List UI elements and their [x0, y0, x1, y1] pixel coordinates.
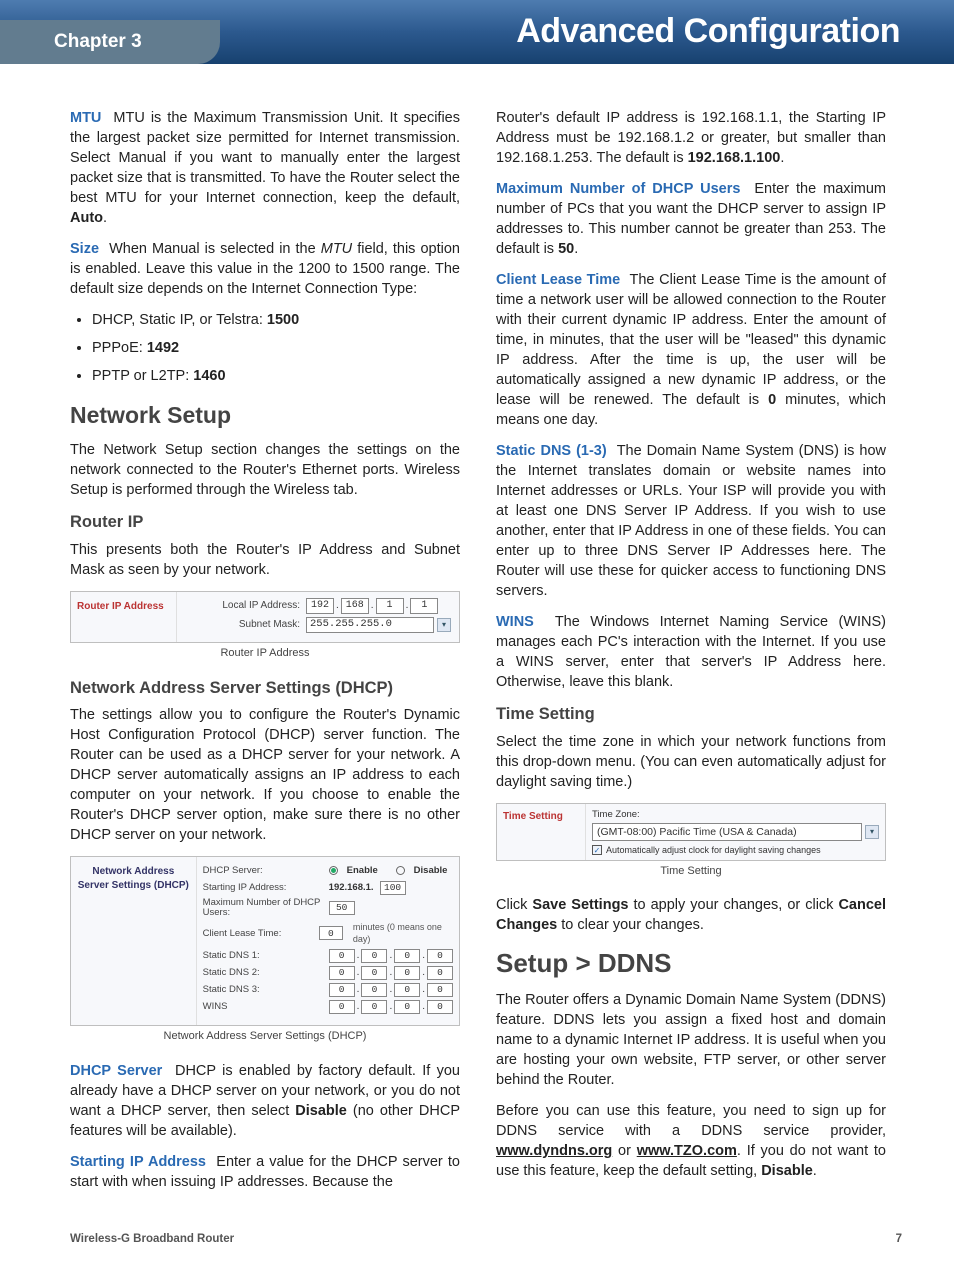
- list-item: PPTP or L2TP: 1460: [92, 366, 460, 386]
- label: Subnet Mask:: [185, 618, 300, 632]
- para-netsetup: The Network Setup section changes the se…: [70, 440, 460, 500]
- text: When Manual is selected in the: [109, 241, 321, 257]
- dst-checkbox[interactable]: ✓: [592, 845, 602, 855]
- heading-dhcp: Network Address Server Settings (DHCP): [70, 677, 460, 700]
- para-dns: Static DNS (1-3) The Domain Name System …: [496, 441, 886, 601]
- right-column: Router's default IP address is 192.168.1…: [496, 108, 886, 1203]
- screenshot-dhcp: Network Address Server Settings (DHCP) D…: [70, 856, 460, 1026]
- page-header: Chapter 3 Advanced Configuration: [0, 0, 954, 64]
- heading-network-setup: Network Setup: [70, 400, 460, 432]
- label: Local IP Address:: [185, 599, 300, 613]
- para-time: Select the time zone in which your netwo…: [496, 732, 886, 792]
- heading-ddns: Setup > DDNS: [496, 946, 886, 982]
- para-startingip: Starting IP Address Enter a value for th…: [70, 1152, 460, 1192]
- para-ddns1: The Router offers a Dynamic Domain Name …: [496, 990, 886, 1090]
- para-mtu: MTU MTU is the Maximum Transmission Unit…: [70, 108, 460, 228]
- ip-octet-input[interactable]: 192: [306, 598, 334, 614]
- lease-time-input[interactable]: 0: [319, 926, 343, 940]
- ital-mtu: MTU: [321, 241, 352, 257]
- link-dyndns[interactable]: www.dyndns.org: [496, 1143, 612, 1159]
- chevron-down-icon[interactable]: ▾: [865, 825, 879, 839]
- dns1-input: 0. 0. 0. 0: [329, 949, 453, 963]
- screenshot-router-ip: Router IP Address Local IP Address: 192.…: [70, 591, 460, 643]
- text: MTU is the Maximum Transmission Unit. It…: [70, 110, 460, 206]
- left-column: MTU MTU is the Maximum Transmission Unit…: [70, 108, 460, 1203]
- page-number: 7: [896, 1233, 902, 1245]
- ip-octet-input[interactable]: 1: [410, 598, 438, 614]
- page-title: Advanced Configuration: [516, 12, 900, 51]
- dns3-input: 0. 0. 0. 0: [329, 983, 453, 997]
- term-dns: Static DNS (1-3): [496, 443, 607, 459]
- panel-body: DHCP Server: Enable Disable Starting IP …: [197, 857, 459, 1025]
- dns2-input: 0. 0. 0. 0: [329, 966, 453, 980]
- screenshot-time: Time Setting Time Zone: (GMT-08:00) Paci…: [496, 803, 886, 862]
- term-maxusers: Maximum Number of DHCP Users: [496, 181, 740, 197]
- bold-auto: Auto: [70, 210, 103, 226]
- para-dhcpserver: DHCP Server DHCP is enabled by factory d…: [70, 1061, 460, 1141]
- para-wins: WINS The Windows Internet Naming Service…: [496, 612, 886, 692]
- term-mtu: MTU: [70, 110, 101, 126]
- caption-router-ip: Router IP Address: [70, 646, 460, 661]
- term-dhcpserver: DHCP Server: [70, 1063, 162, 1079]
- page-footer: Wireless-G Broadband Router 7: [0, 1231, 954, 1263]
- chevron-down-icon[interactable]: ▾: [437, 618, 451, 632]
- ip-octet-input[interactable]: 168: [341, 598, 369, 614]
- starting-ip-input[interactable]: 100: [380, 881, 406, 895]
- ip-octet-input[interactable]: 1: [376, 598, 404, 614]
- para-ddns2: Before you can use this feature, you nee…: [496, 1101, 886, 1181]
- max-users-input[interactable]: 50: [329, 901, 355, 915]
- term-startingip: Starting IP Address: [70, 1154, 206, 1170]
- panel-body: Local IP Address: 192. 168. 1. 1 Subnet …: [177, 592, 459, 642]
- panel-label: Time Setting: [497, 804, 586, 861]
- panel-label: Router IP Address: [71, 592, 177, 642]
- chapter-tab: Chapter 3: [0, 20, 220, 64]
- term-lease: Client Lease Time: [496, 272, 620, 288]
- caption-time: Time Setting: [496, 864, 886, 879]
- row-subnet-mask: Subnet Mask: 255.255.255.0 ▾: [185, 617, 451, 633]
- para-routerip: This presents both the Router's IP Addre…: [70, 540, 460, 580]
- term-size: Size: [70, 241, 99, 257]
- term-wins: WINS: [496, 614, 534, 630]
- timezone-select[interactable]: (GMT-08:00) Pacific Time (USA & Canada): [592, 823, 862, 841]
- ip-input-group: 192. 168. 1. 1: [306, 598, 438, 614]
- mtu-list: DHCP, Static IP, or Telstra: 1500 PPPoE:…: [92, 310, 460, 386]
- chapter-label: Chapter 3: [54, 31, 142, 53]
- para-lease: Client Lease Time The Client Lease Time …: [496, 270, 886, 430]
- panel-label: Network Address Server Settings (DHCP): [71, 857, 197, 1025]
- link-tzo[interactable]: www.TZO.com: [637, 1143, 737, 1159]
- wins-input: 0. 0. 0. 0: [329, 1000, 453, 1014]
- label-tz: Time Zone:: [592, 808, 879, 821]
- para-save: Click Save Settings to apply your change…: [496, 895, 886, 935]
- row-local-ip: Local IP Address: 192. 168. 1. 1: [185, 598, 451, 614]
- page-body: MTU MTU is the Maximum Transmission Unit…: [0, 64, 954, 1231]
- para-size: Size When Manual is selected in the MTU …: [70, 239, 460, 299]
- panel-body: Time Zone: (GMT-08:00) Pacific Time (USA…: [586, 804, 885, 861]
- subnet-mask-select[interactable]: 255.255.255.0: [306, 617, 434, 633]
- caption-dhcp: Network Address Server Settings (DHCP): [70, 1029, 460, 1044]
- heading-time: Time Setting: [496, 703, 886, 726]
- para-dhcp: The settings allow you to configure the …: [70, 705, 460, 845]
- radio-enable[interactable]: [329, 866, 338, 875]
- para-maxusers: Maximum Number of DHCP Users Enter the m…: [496, 179, 886, 259]
- para-cont: Router's default IP address is 192.168.1…: [496, 108, 886, 168]
- list-item: DHCP, Static IP, or Telstra: 1500: [92, 310, 460, 330]
- list-item: PPPoE: 1492: [92, 338, 460, 358]
- radio-disable[interactable]: [396, 866, 405, 875]
- heading-router-ip: Router IP: [70, 511, 460, 534]
- product-name: Wireless-G Broadband Router: [70, 1233, 234, 1245]
